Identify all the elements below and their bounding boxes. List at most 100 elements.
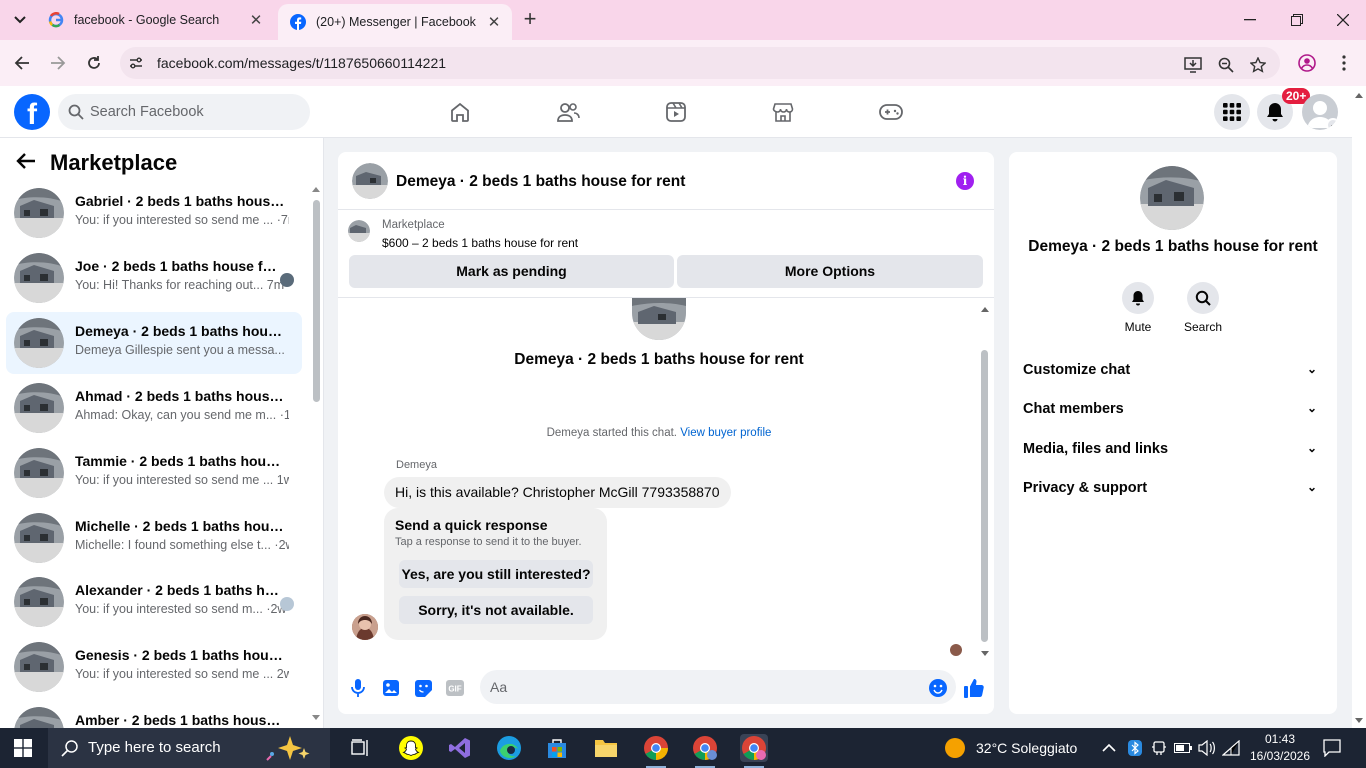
- weather-widget[interactable]: 32°C Soleggiato: [944, 728, 1077, 768]
- conversation-item[interactable]: Ahmad · 2 beds 1 baths house f... Ahmad:…: [6, 377, 302, 439]
- conversation-item[interactable]: Michelle · 2 beds 1 baths house ... Mich…: [6, 507, 302, 569]
- section-media-files-links[interactable]: Media, files and links ⌄: [1023, 441, 1323, 465]
- facebook-logo[interactable]: f: [14, 94, 50, 130]
- close-tab-icon[interactable]: ✕: [486, 13, 502, 31]
- network-tray[interactable]: [1222, 728, 1240, 768]
- sticker-icon: [414, 679, 432, 697]
- bookmark-button[interactable]: [1248, 55, 1268, 75]
- forward-button[interactable]: [46, 51, 70, 75]
- section-label: Media, files and links: [1023, 441, 1169, 457]
- notification-center[interactable]: [1323, 728, 1341, 768]
- quick-reply-button[interactable]: Yes, are you still interested?: [399, 560, 593, 588]
- address-bar[interactable]: facebook.com/messages/t/1187650660114221: [120, 47, 1280, 79]
- nav-friends[interactable]: [553, 98, 583, 126]
- install-app-button[interactable]: [1183, 55, 1203, 75]
- search-action[interactable]: Search: [1173, 282, 1233, 334]
- task-view-icon: [351, 739, 368, 756]
- conversation-item[interactable]: Amber · 2 beds 1 baths house fo...: [6, 701, 302, 728]
- taskbar-visual-studio[interactable]: [446, 734, 474, 762]
- conversation-item[interactable]: Gabriel · 2 beds 1 baths house f... You:…: [6, 182, 302, 244]
- account-avatar[interactable]: ⌄: [1302, 94, 1338, 130]
- new-tab-button[interactable]: +: [518, 8, 542, 32]
- mute-action[interactable]: Mute: [1108, 282, 1168, 334]
- volume-tray[interactable]: [1198, 728, 1216, 768]
- zoom-button[interactable]: [1216, 55, 1236, 75]
- device-tray[interactable]: [1151, 728, 1167, 768]
- chat-scrollbar[interactable]: [978, 302, 990, 657]
- sticker-button[interactable]: [413, 678, 433, 698]
- conversation-item[interactable]: Tammie · 2 beds 1 baths house f... You: …: [6, 442, 302, 504]
- page-scrollbar[interactable]: [1352, 86, 1366, 728]
- bluetooth-tray[interactable]: [1128, 728, 1142, 768]
- scroll-up-icon[interactable]: [1355, 92, 1363, 98]
- scroll-up-icon[interactable]: [981, 306, 989, 312]
- scroll-up-icon[interactable]: [312, 186, 320, 192]
- taskbar-chrome-3[interactable]: [740, 734, 768, 768]
- listing-price[interactable]: $600 – 2 beds 1 baths house for rent: [382, 236, 578, 250]
- taskbar-chrome-2[interactable]: [691, 734, 719, 768]
- scroll-down-icon[interactable]: [981, 651, 989, 657]
- mark-pending-button[interactable]: Mark as pending: [349, 255, 674, 288]
- info-icon[interactable]: i: [956, 172, 974, 190]
- browser-tab-google[interactable]: facebook - Google Search ✕: [36, 0, 274, 40]
- profile-button[interactable]: [1295, 51, 1319, 75]
- battery-tray[interactable]: [1174, 728, 1192, 768]
- scroll-down-icon[interactable]: [1355, 718, 1363, 724]
- back-button[interactable]: [10, 51, 34, 75]
- sidebar-scrollbar[interactable]: [312, 186, 320, 721]
- buyer-avatar[interactable]: [352, 614, 378, 640]
- taskbar-edge[interactable]: [495, 734, 523, 762]
- taskbar-snapchat[interactable]: [397, 734, 425, 762]
- details-avatar[interactable]: [1140, 166, 1204, 230]
- close-window-button[interactable]: [1331, 8, 1355, 32]
- emoji-button[interactable]: [928, 678, 948, 698]
- conversation-item-active[interactable]: Demeya · 2 beds 1 baths house f... Demey…: [6, 312, 302, 374]
- more-options-button[interactable]: More Options: [677, 255, 983, 288]
- view-buyer-profile-link[interactable]: View buyer profile: [680, 427, 771, 439]
- scrollbar-thumb[interactable]: [313, 200, 320, 402]
- chat-avatar[interactable]: [352, 163, 388, 199]
- taskbar-chrome-1[interactable]: [642, 734, 670, 768]
- close-tab-icon[interactable]: ✕: [248, 11, 264, 29]
- attach-photo-button[interactable]: [381, 678, 401, 698]
- section-privacy-support[interactable]: Privacy & support ⌄: [1023, 480, 1323, 504]
- message-bubble[interactable]: Hi, is this available? Christopher McGil…: [384, 477, 731, 508]
- nav-marketplace[interactable]: [768, 98, 798, 126]
- taskbar-file-explorer[interactable]: [592, 734, 620, 762]
- taskbar-search[interactable]: Type here to search: [48, 728, 330, 768]
- read-receipt-avatar: [950, 644, 962, 656]
- browser-menu-button[interactable]: [1332, 51, 1356, 75]
- nav-video[interactable]: [661, 98, 691, 126]
- voice-clip-button[interactable]: [348, 678, 368, 698]
- nav-home[interactable]: [445, 98, 475, 126]
- site-info-icon[interactable]: [128, 55, 144, 71]
- reload-button[interactable]: [82, 51, 106, 75]
- menu-button[interactable]: [1214, 94, 1250, 130]
- listing-thumbnail[interactable]: [348, 220, 370, 242]
- task-view-button[interactable]: [346, 734, 374, 762]
- message-input[interactable]: [480, 670, 956, 704]
- gif-icon: GIF: [446, 680, 464, 696]
- section-customize-chat[interactable]: Customize chat ⌄: [1023, 362, 1323, 386]
- quick-reply-button[interactable]: Sorry, it's not available.: [399, 596, 593, 624]
- facebook-search[interactable]: Search Facebook: [58, 94, 310, 130]
- back-arrow-icon[interactable]: [16, 150, 42, 176]
- minimize-button[interactable]: [1238, 8, 1262, 32]
- gif-button[interactable]: GIF: [445, 678, 465, 698]
- restore-button[interactable]: [1285, 8, 1309, 32]
- windows-start-icon[interactable]: [14, 739, 32, 757]
- scrollbar-thumb[interactable]: [981, 350, 988, 642]
- conversation-item[interactable]: Joe · 2 beds 1 baths house for... You: H…: [6, 247, 302, 309]
- scroll-down-icon[interactable]: [312, 715, 320, 721]
- chat-title[interactable]: Demeya · 2 beds 1 baths house for rent: [396, 173, 685, 191]
- system-clock[interactable]: 01:43 16/03/2026: [1246, 731, 1314, 765]
- taskbar-store[interactable]: [543, 734, 571, 762]
- section-chat-members[interactable]: Chat members ⌄: [1023, 401, 1323, 425]
- nav-gaming[interactable]: [876, 98, 906, 126]
- browser-tab-messenger[interactable]: (20+) Messenger | Facebook ✕: [278, 4, 512, 40]
- conversation-item[interactable]: Alexander · 2 beds 1 baths ho... You: if…: [6, 571, 302, 633]
- show-hidden-icons[interactable]: [1102, 728, 1116, 768]
- like-button[interactable]: [964, 678, 984, 698]
- tab-search-button[interactable]: [8, 8, 32, 32]
- conversation-item[interactable]: Genesis · 2 beds 1 baths house f... You:…: [6, 636, 302, 698]
